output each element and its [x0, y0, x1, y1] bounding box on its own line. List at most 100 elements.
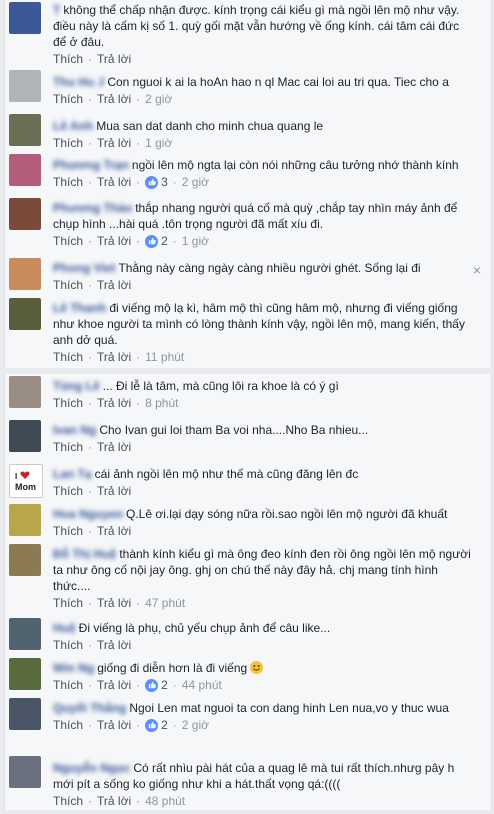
separator-dot: ·	[136, 234, 141, 248]
comment-timestamp[interactable]: 2 giờ	[182, 718, 209, 732]
separator-dot: ·	[136, 350, 141, 364]
comment-timestamp[interactable]: 47 phút	[145, 596, 185, 610]
reply-link[interactable]: Trả lời	[97, 350, 131, 364]
comment-text: Ivan Ng Cho Ivan gui loi tham Ba voi nha.…	[53, 422, 471, 438]
avatar[interactable]	[9, 2, 41, 34]
avatar[interactable]	[9, 504, 41, 536]
commenter-name[interactable]: Ivan Ng	[53, 423, 96, 437]
comment-timestamp[interactable]: 2 giờ	[145, 92, 172, 106]
avatar[interactable]	[9, 698, 41, 730]
reply-link[interactable]: Trả lời	[97, 524, 131, 538]
comment-timestamp[interactable]: 2 giờ	[182, 175, 209, 189]
like-link[interactable]: Thích	[53, 175, 83, 189]
separator-dot: ·	[88, 396, 93, 410]
like-link[interactable]: Thích	[53, 278, 83, 292]
like-count-badge[interactable]: 2	[145, 678, 168, 692]
like-link[interactable]: Thích	[53, 678, 83, 692]
like-link[interactable]: Thích	[53, 350, 83, 364]
commenter-name[interactable]: Hoa Nguyen	[53, 507, 123, 521]
like-link[interactable]: Thích	[53, 484, 83, 498]
avatar[interactable]	[9, 658, 41, 690]
commenter-name[interactable]: T	[53, 3, 60, 17]
comment-timestamp[interactable]: 11 phút	[145, 350, 184, 364]
avatar[interactable]	[9, 420, 41, 452]
like-count-badge[interactable]: 2	[145, 718, 168, 732]
comment-body: ... Đi lễ là tâm, mà cũng lôi ra khoe là…	[102, 379, 339, 393]
avatar[interactable]	[9, 154, 41, 186]
comment-text: Quyết Thắng Ngoi Len mat nguoi ta con dan…	[53, 700, 471, 716]
avatar[interactable]	[9, 298, 41, 330]
like-count-badge[interactable]: 2	[145, 234, 168, 248]
comment-timestamp[interactable]: 44 phút	[182, 678, 222, 692]
commenter-name[interactable]: Phương Thảo	[53, 201, 132, 215]
like-link[interactable]: Thích	[53, 92, 83, 106]
reply-link[interactable]: Trả lời	[97, 92, 131, 106]
comments-panel-bottom: Tùng Lê... Đi lễ là tâm, mà cũng lôi ra …	[4, 374, 492, 810]
separator-dot: ·	[88, 234, 93, 248]
commenter-name[interactable]: Phong Viet	[53, 261, 115, 275]
like-link[interactable]: Thích	[53, 718, 83, 732]
reply-link[interactable]: Trả lời	[97, 175, 131, 189]
reply-link[interactable]: Trả lời	[97, 596, 131, 610]
comment-text: Lê Anh Mua san dat danh cho minh chua qua…	[53, 118, 471, 134]
commenter-name[interactable]: Nguyễn Ngọc	[53, 761, 130, 775]
reply-link[interactable]: Trả lời	[97, 718, 131, 732]
avatar[interactable]	[9, 70, 41, 102]
reply-link[interactable]: Trả lời	[97, 484, 131, 498]
like-count: 2	[161, 234, 168, 248]
comment-timestamp[interactable]: 1 giờ	[182, 234, 209, 248]
separator-dot: ·	[88, 136, 93, 150]
like-count-badge[interactable]: 3	[145, 175, 168, 189]
avatar[interactable]	[9, 756, 41, 788]
avatar-i-love-mom[interactable]: I Mom	[9, 464, 43, 498]
avatar[interactable]	[9, 618, 41, 650]
separator-dot: ·	[136, 175, 141, 189]
commenter-name[interactable]: Lan Tạ	[53, 467, 92, 481]
commenter-name[interactable]: Phương Trạn	[53, 158, 129, 172]
like-link[interactable]: Thích	[53, 396, 83, 410]
like-link[interactable]: Thích	[53, 638, 83, 652]
comment-actions: Thích · Trả lời	[53, 524, 131, 538]
comment-actions: Thích · Trả lời	[53, 278, 131, 292]
comment-text: Win Ng giống đi diễn hơn là đi viếng	[53, 660, 471, 676]
reply-link[interactable]: Trả lời	[97, 794, 131, 808]
comment-text: Phong Viet Thằng này càng ngày càng nhiều…	[53, 260, 471, 276]
like-link[interactable]: Thích	[53, 52, 83, 66]
avatar[interactable]	[9, 258, 41, 290]
comment-timestamp[interactable]: 8 phút	[145, 396, 178, 410]
close-icon[interactable]: ×	[473, 262, 481, 278]
like-link[interactable]: Thích	[53, 136, 83, 150]
separator-dot: ·	[88, 350, 93, 364]
like-link[interactable]: Thích	[53, 440, 83, 454]
separator-dot: ·	[136, 678, 141, 692]
comment-timestamp[interactable]: 1 giờ	[145, 136, 172, 150]
comment-timestamp[interactable]: 48 phút	[145, 794, 185, 808]
reply-link[interactable]: Trả lời	[97, 678, 131, 692]
reply-link[interactable]: Trả lời	[97, 396, 131, 410]
avatar[interactable]	[9, 376, 41, 408]
reply-link[interactable]: Trả lời	[97, 52, 131, 66]
like-link[interactable]: Thích	[53, 794, 83, 808]
reply-link[interactable]: Trả lời	[97, 234, 131, 248]
commenter-name[interactable]: Đỗ Thị Huệ	[53, 547, 116, 561]
reply-link[interactable]: Trả lời	[97, 278, 131, 292]
avatar[interactable]	[9, 198, 41, 230]
like-link[interactable]: Thích	[53, 234, 83, 248]
comment-body: ngồi lên mộ ngta lại còn nói những câu t…	[131, 158, 459, 172]
avatar[interactable]	[9, 544, 41, 576]
commenter-name[interactable]: Thu Hu J	[53, 75, 104, 89]
commenter-name[interactable]: Lê Anh	[53, 119, 93, 133]
commenter-name[interactable]: Quyết Thắng	[53, 701, 126, 715]
reply-link[interactable]: Trả lời	[97, 136, 131, 150]
commenter-name[interactable]: Lê Thanh	[53, 301, 106, 315]
like-link[interactable]: Thích	[53, 596, 83, 610]
comment-actions: Thích · Trả lời · 8 phút	[53, 396, 178, 410]
commenter-name[interactable]: Huệ	[53, 621, 76, 635]
avatar[interactable]	[9, 114, 41, 146]
commenter-name[interactable]: Tùng Lê	[53, 379, 100, 393]
reply-link[interactable]: Trả lời	[97, 638, 131, 652]
like-link[interactable]: Thích	[53, 524, 83, 538]
comment-actions: Thích · Trả lời · 48 phút	[53, 794, 185, 808]
reply-link[interactable]: Trả lời	[97, 440, 131, 454]
commenter-name[interactable]: Win Ng	[53, 661, 94, 675]
